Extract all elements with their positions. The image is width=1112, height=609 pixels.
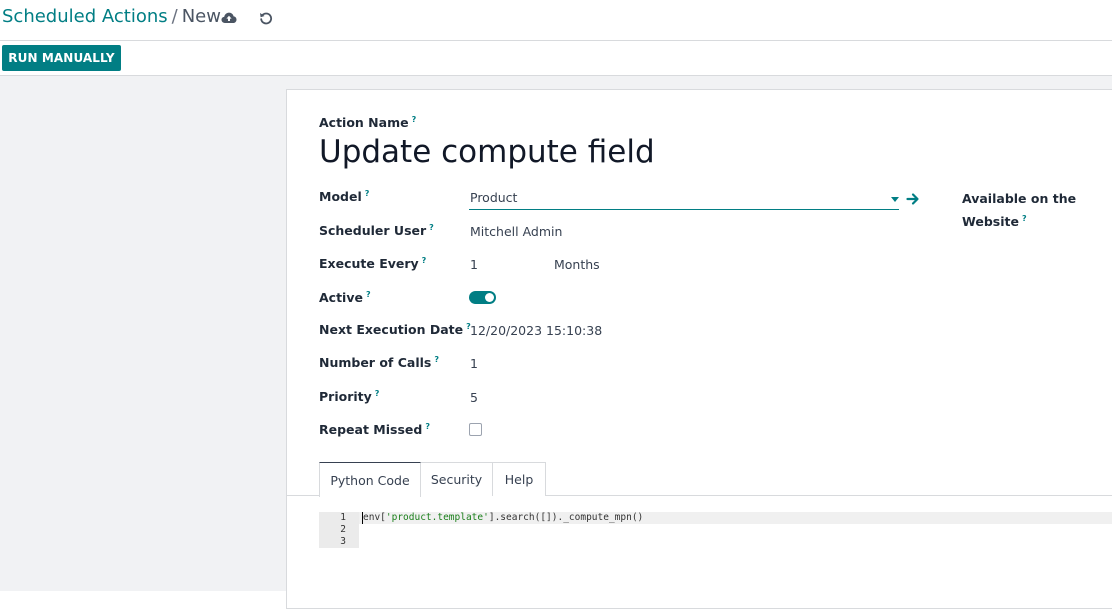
- repeat-missed-checkbox[interactable]: [469, 423, 482, 436]
- code-token: env[: [363, 512, 386, 523]
- breadcrumb-scheduled-actions[interactable]: Scheduled Actions: [2, 6, 168, 27]
- number-of-calls-label: Number of Calls?: [319, 355, 439, 371]
- execute-every-number-field[interactable]: 1: [470, 257, 478, 272]
- code-editor[interactable]: env['product.template'].search([])._comp…: [363, 512, 643, 524]
- priority-field[interactable]: 5: [470, 390, 478, 405]
- active-label: Active?: [319, 290, 371, 306]
- model-select[interactable]: Product: [469, 186, 899, 210]
- text-cursor: [362, 512, 363, 524]
- code-token: ].search([])._compute_mpn(): [488, 512, 644, 523]
- line-number: 2: [340, 524, 346, 535]
- help-tooltip-icon[interactable]: ?: [365, 189, 370, 198]
- toggle-knob: [485, 293, 494, 302]
- model-label: Model?: [319, 189, 370, 205]
- help-tooltip-icon[interactable]: ?: [366, 290, 371, 299]
- help-tooltip-icon[interactable]: ?: [434, 355, 439, 364]
- scheduler-user-label: Scheduler User?: [319, 223, 434, 239]
- action-name-field[interactable]: Update compute field: [319, 134, 655, 170]
- next-execution-date-field[interactable]: 12/20/2023 15:10:38: [470, 323, 602, 338]
- tab-security[interactable]: Security: [420, 462, 493, 496]
- line-number: 3: [340, 536, 346, 547]
- next-execution-date-label: Next Execution Date?: [319, 322, 471, 338]
- action-name-label: Action Name?: [319, 115, 417, 131]
- undo-icon[interactable]: [257, 9, 275, 27]
- action-bar: RUN MANUALLY: [0, 41, 1112, 76]
- execute-every-label: Execute Every?: [319, 256, 427, 272]
- help-tooltip-icon[interactable]: ?: [375, 389, 380, 398]
- available-on-website-label: Available on the Website?: [962, 191, 1077, 230]
- chevron-down-icon[interactable]: [891, 197, 899, 202]
- help-tooltip-icon[interactable]: ?: [429, 223, 434, 232]
- scheduler-user-field[interactable]: Mitchell Admin: [470, 224, 562, 239]
- help-tooltip-icon[interactable]: ?: [412, 115, 417, 124]
- help-tooltip-icon[interactable]: ?: [1022, 214, 1027, 223]
- execute-every-unit-select[interactable]: Months: [554, 257, 600, 272]
- breadcrumb-separator: /: [171, 6, 178, 27]
- code-string-token: 'product.template': [385, 512, 489, 523]
- help-tooltip-icon[interactable]: ?: [422, 256, 427, 265]
- number-of-calls-field[interactable]: 1: [470, 356, 478, 371]
- breadcrumb: Scheduled Actions / New: [2, 6, 221, 28]
- priority-label: Priority?: [319, 389, 380, 405]
- run-manually-button[interactable]: RUN MANUALLY: [2, 45, 121, 71]
- tab-help[interactable]: Help: [492, 462, 546, 496]
- model-value: Product: [470, 190, 518, 205]
- tab-python-code[interactable]: Python Code: [319, 462, 421, 497]
- breadcrumb-current: New: [181, 6, 221, 27]
- cloud-upload-icon[interactable]: [220, 9, 238, 27]
- arrow-right-icon[interactable]: [906, 191, 922, 207]
- help-tooltip-icon[interactable]: ?: [425, 422, 430, 431]
- active-toggle[interactable]: [469, 291, 496, 304]
- control-panel: Scheduled Actions / New: [0, 0, 1112, 41]
- line-number: 1: [340, 512, 346, 523]
- repeat-missed-label: Repeat Missed?: [319, 422, 430, 438]
